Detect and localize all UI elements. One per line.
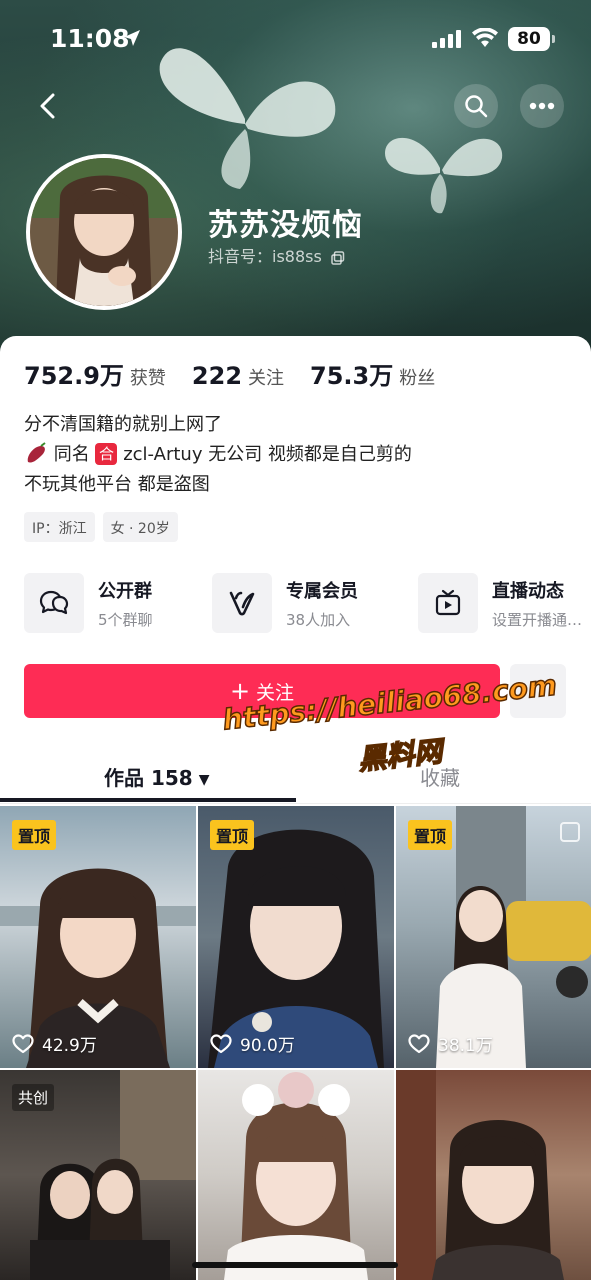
bio-line: 分不清国籍的就别上网了 [24, 414, 222, 435]
video-thumbnail [224, 1072, 368, 1280]
stat-followers[interactable]: 75.3万 粉丝 [310, 356, 435, 391]
video-thumbnail [396, 1070, 564, 1280]
tab-works[interactable]: 作品 158 ▼ [104, 762, 210, 791]
stat-label: 粉丝 [399, 368, 436, 389]
feature-entries: 公开群 5个群聊 专属会员 38人加入 直播动态 设置开播通… [24, 572, 591, 634]
stat-value: 222 [191, 362, 243, 390]
search-button[interactable] [454, 84, 498, 128]
video-tile[interactable]: 共创 [0, 1070, 196, 1280]
status-time: 11:08 [50, 24, 130, 53]
bio-text: zcl-Artuy 无公司 视频都是自己剪的 [123, 444, 412, 465]
feature-title: 直播动态 [492, 580, 564, 602]
stat-label: 获赞 [129, 368, 166, 389]
home-indicator [192, 1262, 398, 1268]
video-tile[interactable]: 置顶 42.9万 [0, 806, 196, 1068]
chevron-left-icon [40, 93, 55, 119]
cellular-signal-icon [432, 30, 461, 48]
feature-icon-box [24, 573, 84, 633]
copy-icon[interactable] [331, 250, 345, 265]
back-button[interactable] [26, 84, 70, 128]
profile-bio: 分不清国籍的就别上网了 同名 合 zcl-Artuy 无公司 视频都是自己剪的 … [24, 410, 412, 500]
profile-stats: 752.9万 获赞 222 关注 75.3万 粉丝 [24, 356, 461, 391]
likes-count: 42.9万 [42, 1036, 97, 1056]
stat-value: 752.9万 [24, 362, 124, 390]
bio-text: 同名 [53, 444, 90, 465]
heart-outline-icon [210, 1033, 232, 1053]
likes-count: 38.1万 [438, 1036, 493, 1056]
feature-text: 公开群 5个群聊 [98, 577, 153, 630]
vip-icon [229, 591, 255, 616]
feature-text: 专属会员 38人加入 [286, 577, 358, 630]
video-tile[interactable] [198, 1070, 394, 1280]
status-bar: 11:08 80 [0, 0, 591, 80]
sweet-potato-icon [27, 441, 46, 463]
stat-label: 关注 [248, 368, 285, 389]
tab-works-label: 作品 158 [104, 766, 193, 790]
select-checkbox[interactable] [560, 822, 580, 842]
douyin-id[interactable]: 抖音号：is88ss [208, 243, 345, 267]
video-grid: 置顶 42.9万 置顶 90.0万 置顶 38.1万 共创 [0, 806, 591, 1280]
feature-subtitle: 设置开播通… [492, 610, 583, 629]
battery-indicator: 80 [508, 27, 555, 51]
more-options-button[interactable] [520, 84, 564, 128]
live-tv-icon [435, 589, 461, 616]
stat-following[interactable]: 222 关注 [192, 362, 284, 390]
heart-outline-icon [12, 1033, 34, 1053]
stat-likes[interactable]: 752.9万 获赞 [24, 356, 166, 391]
video-likes: 90.0万 [210, 1031, 295, 1056]
tab-active-indicator [0, 798, 296, 802]
profile-banner: 11:08 80 苏苏没烦恼 抖音号：is88ss [0, 0, 591, 360]
feature-title: 专属会员 [286, 580, 358, 602]
butterfly-decoration [385, 137, 503, 214]
heart-outline-icon [408, 1033, 430, 1053]
avatar-photo [30, 158, 178, 306]
feature-icon-box [212, 573, 272, 633]
feature-live-updates[interactable]: 直播动态 设置开播通… [418, 572, 582, 634]
location-arrow-icon [124, 30, 140, 46]
profile-nickname: 苏苏没烦恼 [208, 208, 363, 243]
pinned-badge: 置顶 [12, 820, 57, 850]
likes-count: 90.0万 [240, 1036, 295, 1056]
feature-subtitle: 5个群聊 [98, 610, 153, 629]
wifi-icon [472, 28, 498, 47]
bio-line: 不玩其他平台 都是盗图 [24, 474, 210, 495]
video-likes: 38.1万 [408, 1031, 493, 1056]
feature-public-group[interactable]: 公开群 5个群聊 [24, 572, 153, 634]
feature-title: 公开群 [98, 580, 152, 602]
video-tile[interactable] [396, 1070, 591, 1280]
video-tile[interactable]: 置顶 90.0万 [198, 806, 394, 1068]
gender-age-tag: 女 · 20岁 [102, 512, 178, 542]
feature-subtitle: 38人加入 [286, 610, 351, 629]
search-icon [465, 95, 488, 118]
bio-line: 同名 合 zcl-Artuy 无公司 视频都是自己剪的 [24, 440, 412, 470]
stat-value: 75.3万 [310, 362, 394, 390]
feature-text: 直播动态 设置开播通… [492, 577, 582, 630]
video-likes: 42.9万 [12, 1031, 97, 1056]
douyin-id-text: 抖音号：is88ss [208, 247, 322, 266]
more-dots-icon [529, 102, 555, 110]
watermark-overlay: https://heiliao68.com 黑料网 [220, 668, 562, 786]
video-tile[interactable]: 置顶 38.1万 [396, 806, 591, 1068]
profile-tags: IP：浙江 女 · 20岁 [24, 512, 186, 542]
pinned-badge: 置顶 [408, 820, 453, 850]
feature-icon-box [418, 573, 478, 633]
pinned-badge: 置顶 [210, 820, 255, 850]
feature-vip-member[interactable]: 专属会员 38人加入 [212, 572, 358, 634]
ip-location-tag: IP：浙江 [24, 512, 95, 542]
co-creation-badge: 共创 [12, 1084, 55, 1111]
caret-down-icon: ▼ [198, 771, 210, 788]
group-chat-icon [39, 590, 69, 615]
watermark-name: 黑料网 [356, 734, 445, 777]
collab-badge: 合 [95, 442, 118, 465]
watermark-url: https://heiliao68.com [220, 668, 559, 737]
avatar[interactable] [26, 154, 182, 310]
